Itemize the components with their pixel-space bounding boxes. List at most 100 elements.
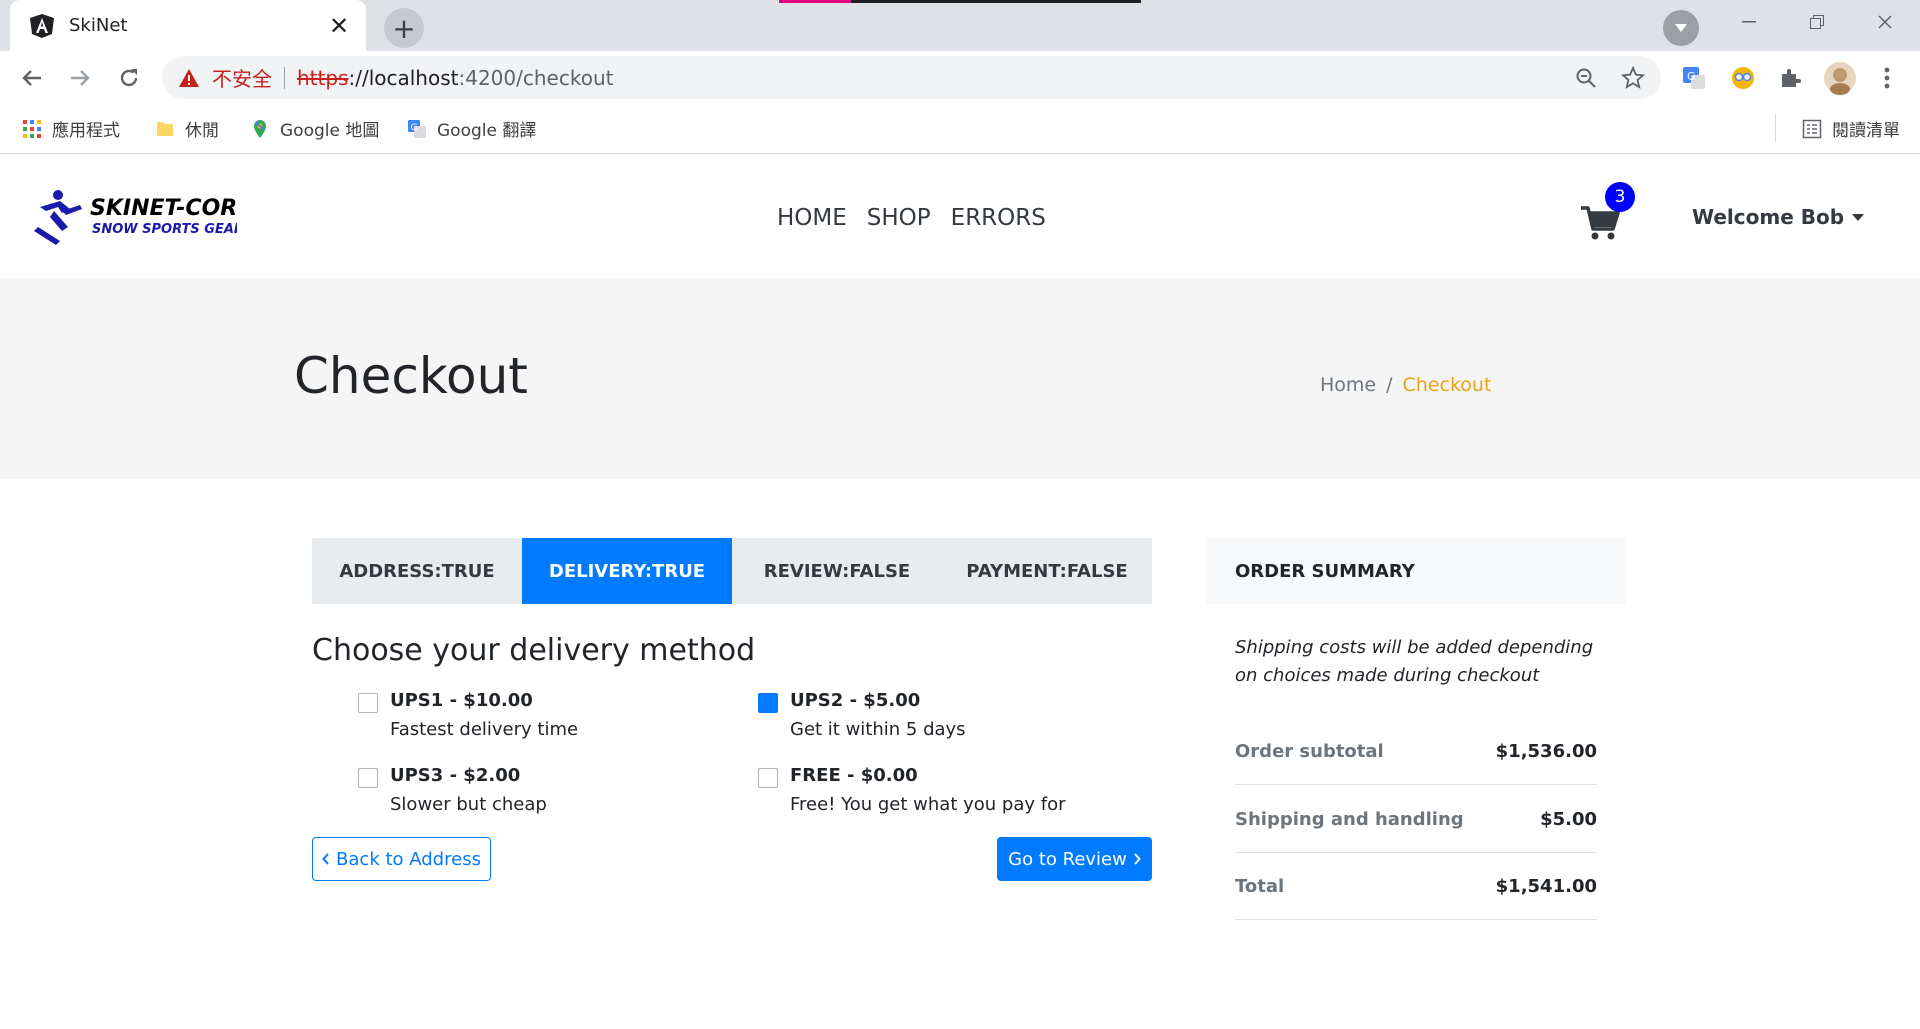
maps-pin-icon: [254, 119, 266, 138]
bookmarks-divider: [1775, 114, 1776, 142]
page-title: Checkout: [294, 347, 528, 405]
back-button-label: Back to Address: [336, 848, 481, 870]
go-to-review-button[interactable]: Go to Review: [997, 837, 1152, 881]
delivery-option-desc: Get it within 5 days: [790, 719, 966, 740]
summary-value: $5.00: [1540, 808, 1597, 830]
minimize-icon[interactable]: [1715, 0, 1783, 44]
nav-link-errors[interactable]: ERRORS: [951, 205, 1046, 231]
delivery-checkbox[interactable]: [358, 693, 378, 713]
review-button-label: Go to Review: [1008, 848, 1127, 870]
step-address[interactable]: ADDRESS:TRUE: [312, 538, 522, 604]
folder-icon: [157, 121, 173, 136]
summary-value: $1,536.00: [1495, 740, 1597, 762]
summary-label: Order subtotal: [1235, 740, 1384, 762]
bookmark-label: 應用程式: [52, 121, 120, 141]
summary-label: Shipping and handling: [1235, 808, 1464, 830]
translate-icon: G: [408, 119, 426, 138]
reload-icon[interactable]: [111, 60, 147, 96]
step-review[interactable]: REVIEW:FALSE: [732, 538, 942, 604]
bookmark-apps[interactable]: 應用程式: [22, 116, 120, 141]
nav-link-shop[interactable]: SHOP: [867, 205, 931, 231]
reading-list-icon: [1802, 119, 1822, 138]
close-window-icon[interactable]: [1851, 0, 1919, 44]
extension-face-icon[interactable]: [1728, 63, 1758, 93]
order-summary-header: ORDER SUMMARY: [1206, 538, 1626, 604]
page: SKINET-CORE SNOW SPORTS GEAR HOME SHOP E…: [0, 155, 1920, 1029]
url-host: ://localhost: [348, 65, 459, 90]
new-tab-button[interactable]: +: [384, 8, 424, 48]
delivery-option-ups1[interactable]: UPS1 - $10.00 Fastest delivery time: [358, 690, 578, 740]
chevron-right-icon: [1134, 853, 1141, 865]
bookmark-translate[interactable]: G Google 翻譯: [407, 116, 536, 141]
summary-row-shipping: Shipping and handling $5.00: [1235, 786, 1597, 853]
summary-row-total: Total $1,541.00: [1235, 853, 1597, 920]
back-arrow-icon[interactable]: [14, 60, 50, 96]
delivery-checkbox[interactable]: [758, 768, 778, 788]
delivery-heading: Choose your delivery method: [312, 633, 756, 668]
profile-avatar[interactable]: [1823, 61, 1857, 95]
summary-row-subtotal: Order subtotal $1,536.00: [1235, 718, 1597, 785]
bookmark-label: 休閒: [185, 121, 219, 141]
kebab-menu-icon[interactable]: [1872, 63, 1902, 93]
shipping-note: Shipping costs will be added depending o…: [1235, 637, 1594, 686]
puzzle-icon[interactable]: [1775, 63, 1805, 93]
main-nav: HOME SHOP ERRORS: [777, 205, 1046, 231]
summary-value: $1,541.00: [1495, 875, 1597, 897]
reading-list-label: 閱讀清單: [1832, 121, 1900, 141]
delivery-option-desc: Slower but cheap: [390, 794, 547, 815]
breadcrumb: Home / Checkout: [1320, 374, 1491, 396]
restore-icon[interactable]: [1783, 0, 1851, 44]
bookmark-label: Google 翻譯: [437, 121, 537, 141]
caret-down-icon: [1852, 213, 1865, 221]
svg-text:G: G: [411, 123, 418, 133]
forward-arrow-icon[interactable]: [62, 60, 98, 96]
bookmarks-bar: 應用程式 休閒 Google 地圖 G Google 翻譯 閱讀清單: [0, 104, 1920, 154]
section-header: Checkout Home / Checkout: [0, 279, 1920, 479]
step-payment[interactable]: PAYMENT:FALSE: [942, 538, 1152, 604]
reading-list-button[interactable]: 閱讀清單: [1802, 116, 1900, 141]
step-delivery[interactable]: DELIVERY:TRUE: [522, 538, 732, 604]
delivery-option-name: FREE - $0.00: [790, 765, 918, 786]
security-label[interactable]: 不安全: [212, 63, 272, 92]
url-scheme: https: [297, 65, 349, 90]
breadcrumb-current: Checkout: [1402, 374, 1492, 396]
cart-count-badge[interactable]: 3: [1605, 182, 1635, 212]
tab-close-icon[interactable]: ✕: [324, 11, 354, 41]
angular-icon: [30, 13, 54, 38]
delivery-option-name: UPS3 - $2.00: [390, 765, 521, 786]
delivery-option-ups2[interactable]: UPS2 - $5.00 Get it within 5 days: [758, 690, 966, 740]
delivery-option-name: UPS1 - $10.00: [390, 690, 533, 711]
delivery-checkbox-checked[interactable]: [758, 693, 778, 713]
svg-text:SKINET-CORE: SKINET-CORE: [90, 196, 237, 221]
zoom-icon[interactable]: [1572, 64, 1600, 92]
address-bar[interactable]: 不安全 https ://localhost :4200/checkout: [162, 56, 1661, 99]
delivery-option-desc: Fastest delivery time: [390, 719, 579, 740]
delivery-option-name: UPS2 - $5.00: [790, 690, 921, 711]
url-path: :4200/checkout: [458, 65, 614, 90]
svg-text:SNOW SPORTS GEAR: SNOW SPORTS GEAR: [92, 222, 237, 237]
star-icon[interactable]: [1619, 64, 1647, 92]
skinet-logo[interactable]: SKINET-CORE SNOW SPORTS GEAR: [32, 187, 237, 247]
tabstrip-stripe-accent: [779, 0, 851, 3]
delivery-option-free[interactable]: FREE - $0.00 Free! You get what you pay …: [758, 765, 1065, 815]
tab-title: SkiNet: [69, 15, 128, 36]
warning-icon: [179, 68, 199, 87]
browser-toolbar: 不安全 https ://localhost :4200/checkout G: [0, 51, 1920, 104]
browser-tab[interactable]: SkiNet ✕: [10, 0, 366, 51]
delivery-checkbox[interactable]: [358, 768, 378, 788]
delivery-option-ups3[interactable]: UPS3 - $2.00 Slower but cheap: [358, 765, 547, 815]
apps-grid-icon: [23, 119, 41, 138]
delivery-option-desc: Free! You get what you pay for: [790, 794, 1066, 815]
user-dropdown[interactable]: Welcome Bob: [1692, 205, 1865, 229]
nav-link-home[interactable]: HOME: [777, 205, 847, 231]
tab-search-icon[interactable]: [1663, 10, 1699, 46]
translate-extension-icon[interactable]: G: [1679, 63, 1709, 93]
breadcrumb-home[interactable]: Home: [1320, 374, 1376, 396]
omnibox-separator: [284, 66, 285, 89]
back-to-address-button[interactable]: Back to Address: [312, 837, 491, 881]
breadcrumb-separator: /: [1386, 374, 1393, 396]
bookmark-folder[interactable]: 休閒: [155, 116, 219, 141]
user-greeting: Welcome Bob: [1692, 205, 1845, 229]
browser-tabstrip: SkiNet ✕ +: [0, 0, 1920, 51]
bookmark-maps[interactable]: Google 地圖: [250, 116, 379, 141]
